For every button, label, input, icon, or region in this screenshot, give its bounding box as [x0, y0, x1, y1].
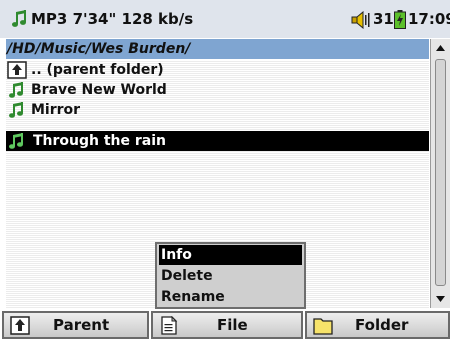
scrollbar-thumb[interactable] [435, 59, 446, 286]
scroll-down-arrow-icon[interactable] [431, 290, 450, 308]
menu-item-rename[interactable]: Rename [159, 287, 302, 307]
list-item-label: Mirror [31, 102, 81, 118]
music-note-icon [9, 102, 23, 118]
menu-item-label: Info [161, 247, 192, 263]
folder-button-label: Folder [355, 316, 409, 334]
battery-icon [394, 10, 406, 29]
parent-folder-icon [7, 61, 27, 79]
parent-button[interactable]: Parent [2, 311, 149, 339]
music-note-icon [9, 133, 23, 149]
menu-item-label: Delete [161, 268, 213, 284]
current-path-bar: /HD/Music/Wes Burden/ [6, 39, 429, 59]
clock: 17:09 [408, 10, 450, 28]
document-icon [161, 316, 178, 335]
list-item-file[interactable]: Mirror [6, 100, 429, 120]
menu-item-info[interactable]: Info [159, 245, 302, 265]
list-item-label: .. (parent folder) [31, 62, 164, 78]
list-item-label: Brave New World [31, 82, 167, 98]
status-bar: MP3 7'34" 128 kb/s 31 17:09 [0, 0, 450, 38]
menu-item-delete[interactable]: Delete [159, 266, 302, 286]
file-context-menu: Info Delete Rename [155, 242, 306, 309]
file-button-label: File [217, 316, 248, 334]
list-item-parent-folder[interactable]: .. (parent folder) [6, 60, 429, 80]
softkey-bar: Parent File Folder [0, 309, 450, 339]
speaker-icon [351, 11, 370, 29]
scrollbar[interactable] [430, 39, 450, 308]
menu-item-label: Rename [161, 289, 225, 305]
track-format-info: MP3 7'34" 128 kb/s [31, 10, 194, 28]
volume-level: 31 [373, 10, 394, 28]
file-button[interactable]: File [151, 311, 303, 339]
list-item-label: Through the rain [33, 133, 167, 149]
music-note-icon [9, 82, 23, 98]
parent-button-label: Parent [53, 316, 110, 334]
current-path: /HD/Music/Wes Burden/ [7, 41, 191, 57]
folder-icon [313, 318, 333, 335]
list-item-file-selected[interactable]: Through the rain [6, 131, 429, 151]
folder-button[interactable]: Folder [305, 311, 450, 339]
music-note-icon [12, 10, 26, 27]
scroll-up-arrow-icon[interactable] [431, 39, 450, 57]
parent-folder-icon [10, 316, 30, 335]
list-item-file[interactable]: Brave New World [6, 80, 429, 100]
